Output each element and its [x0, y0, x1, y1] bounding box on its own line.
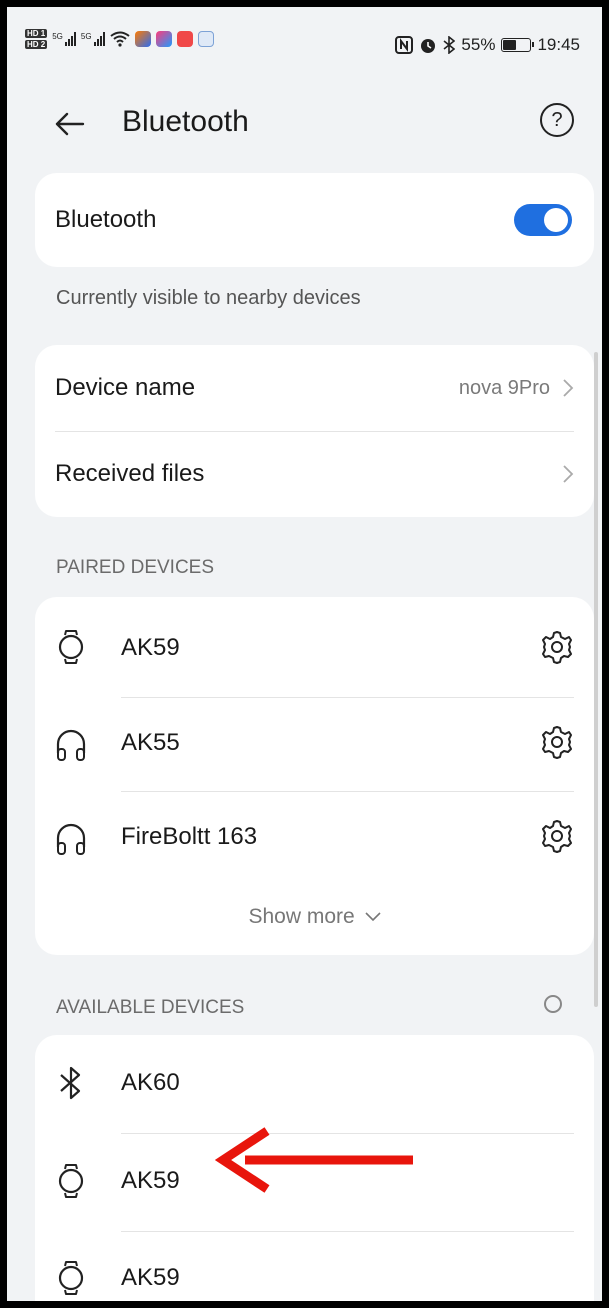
visibility-note: Currently visible to nearby devices: [56, 287, 361, 309]
gear-icon[interactable]: [540, 725, 574, 759]
bluetooth-toggle-card: Bluetooth: [35, 173, 594, 267]
headphones-icon: [56, 823, 86, 855]
hd-icon: HD 1 HD 2: [25, 29, 48, 49]
signal-icon-1: 5G: [52, 32, 76, 46]
paired-device-row[interactable]: [35, 791, 594, 885]
network-type-2: 5G: [80, 32, 92, 41]
gear-icon[interactable]: [540, 630, 574, 664]
status-bar: HD 1 HD 2 5G 5G 55% 19:45: [7, 7, 602, 93]
app-header: Bluetooth ?: [7, 93, 602, 153]
available-device-name: AK59: [121, 1167, 180, 1194]
paired-devices-card: AK59 AK55 FireBoltt 163 Show more: [35, 597, 594, 955]
paired-device-name: AK55: [121, 729, 180, 756]
screen: HD 1 HD 2 5G 5G 55% 19:45 Bluetooth ? Bl…: [7, 7, 602, 1301]
bluetooth-status-icon: [443, 36, 456, 54]
battery-percent: 55%: [461, 35, 496, 54]
app-notification-icon: [176, 31, 193, 47]
battery-fill: [503, 40, 517, 50]
alarm-icon: [421, 39, 436, 53]
watch-icon: [58, 1261, 84, 1295]
back-arrow-icon[interactable]: [53, 107, 87, 141]
available-device-row[interactable]: [35, 1035, 594, 1133]
gear-icon[interactable]: [540, 819, 574, 853]
headphones-icon: [56, 729, 86, 761]
received-files-label: Received files: [55, 460, 205, 487]
chevron-right-icon: [563, 465, 574, 483]
show-more-button[interactable]: Show more: [35, 905, 594, 929]
help-icon[interactable]: ?: [540, 103, 574, 137]
wifi-icon: [109, 31, 130, 47]
paired-device-name: AK59: [121, 634, 180, 661]
available-device-name: AK60: [121, 1069, 180, 1096]
bluetooth-toggle-row[interactable]: Bluetooth: [35, 173, 594, 267]
received-files-row[interactable]: Received files: [35, 431, 594, 517]
scrollbar[interactable]: [594, 352, 598, 1007]
app-notification-icon: [134, 31, 151, 47]
chevron-right-icon: [563, 379, 574, 397]
signal-icon-2: 5G: [81, 32, 105, 46]
switch-knob: [544, 208, 568, 232]
paired-device-name: FireBoltt 163: [121, 823, 258, 850]
clock: 19:45: [537, 35, 580, 54]
watch-icon: [58, 1164, 84, 1198]
bluetooth-icon: [60, 1066, 81, 1100]
available-device-name: AK59: [121, 1264, 180, 1291]
device-name-value: nova 9Pro: [458, 377, 550, 399]
available-devices-header: AVAILABLE DEVICES: [56, 997, 245, 1018]
paired-device-row[interactable]: [35, 697, 594, 791]
app-notification-icon: [155, 31, 172, 47]
watch-icon: [58, 630, 84, 664]
red-annotation-arrow: [215, 1127, 413, 1193]
network-type-1: 5G: [52, 32, 63, 41]
paired-device-row[interactable]: [35, 597, 594, 697]
bluetooth-toggle-label: Bluetooth: [55, 206, 157, 233]
nfc-icon: [395, 36, 414, 54]
device-settings-card: Device name nova 9Pro Received files: [35, 345, 594, 517]
available-device-row[interactable]: [35, 1231, 594, 1301]
paired-devices-header: PAIRED DEVICES: [56, 557, 215, 578]
chevron-down-icon: [364, 912, 381, 922]
scanning-spinner-icon: [544, 995, 562, 1013]
device-name-label: Device name: [55, 374, 196, 401]
show-more-label: Show more: [248, 905, 355, 928]
help-icon-glyph: ?: [551, 108, 563, 131]
bluetooth-switch[interactable]: [514, 204, 572, 236]
status-right-icons: 55% 19:45: [395, 35, 580, 55]
status-left-icons: HD 1 HD 2 5G 5G: [25, 29, 214, 49]
battery-icon: [501, 38, 535, 52]
page-title: Bluetooth: [122, 105, 249, 138]
app-notification-icon: [197, 31, 214, 47]
